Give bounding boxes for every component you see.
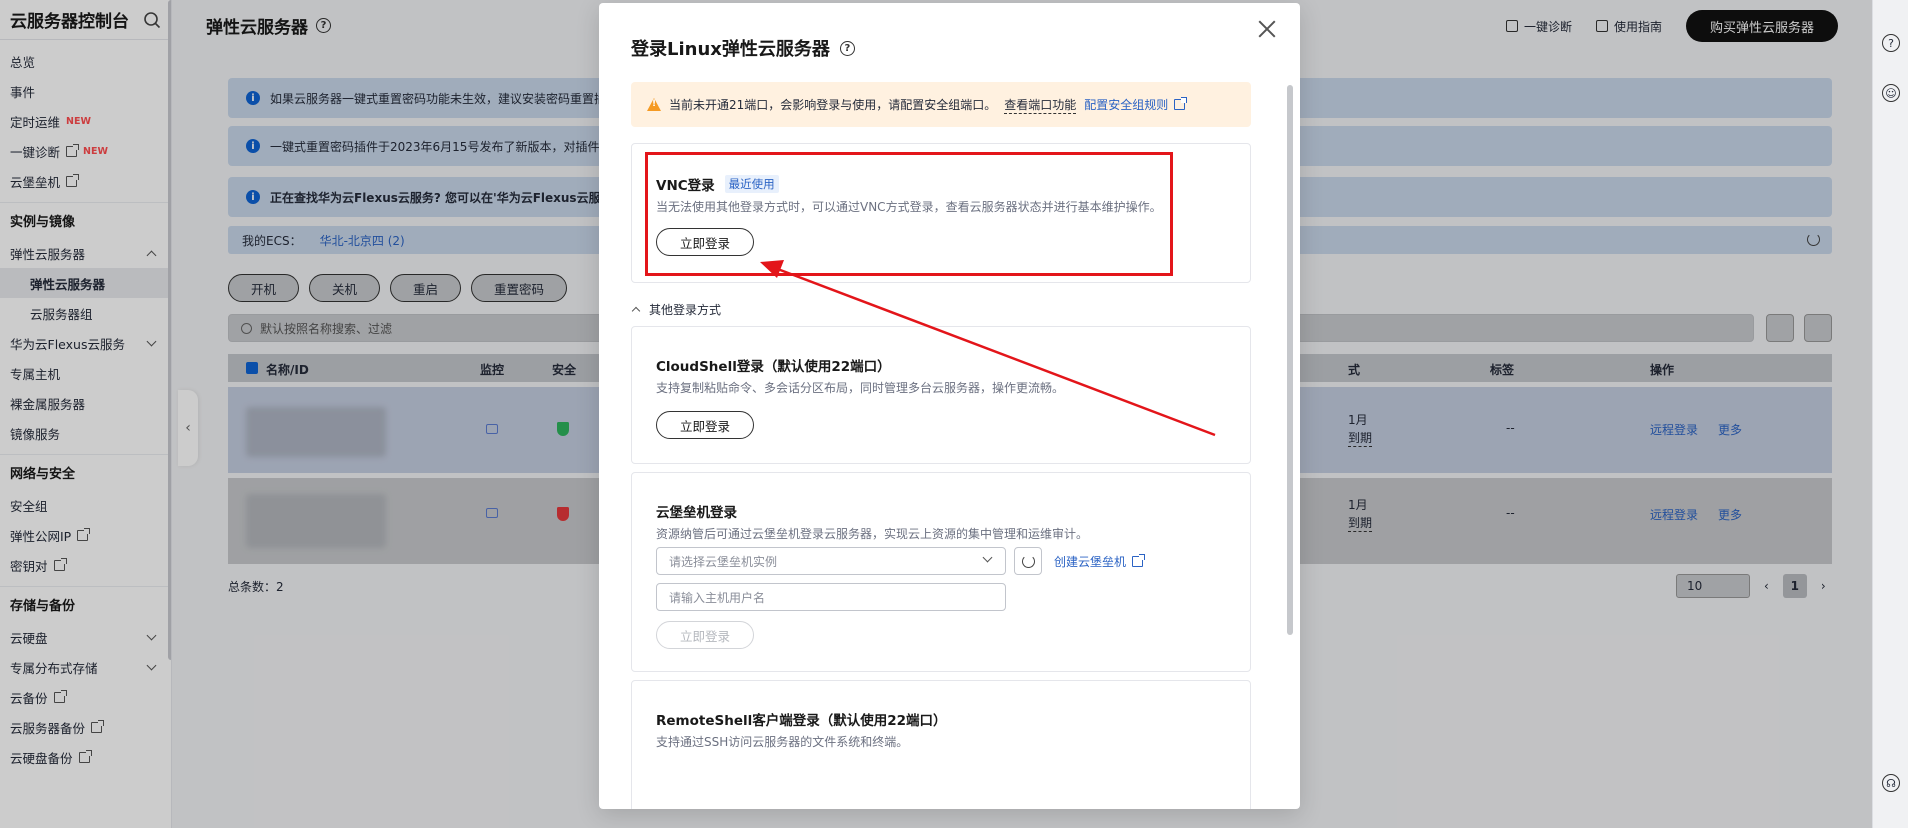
external-link-icon [1132, 554, 1146, 567]
login-modal: 登录Linux弹性云服务器 ? 当前未开通21端口，会影响登录与使用，请配置安全… [599, 3, 1300, 809]
close-icon[interactable] [1257, 19, 1277, 39]
remoteshell-title: RemoteShell客户端登录（默认使用22端口） [656, 713, 947, 729]
remoteshell-login-card: RemoteShell客户端登录（默认使用22端口） 支持通过SSH访问云服务器… [631, 680, 1251, 809]
refresh-button[interactable] [1014, 547, 1042, 575]
configure-security-group-link[interactable]: 配置安全组规则 [1084, 96, 1188, 113]
chevron-up-icon [631, 306, 641, 316]
chevron-down-icon [982, 552, 993, 563]
modal-scrollbar[interactable] [1287, 85, 1293, 635]
cloudshell-title: CloudShell登录（默认使用22端口） [656, 359, 891, 375]
cloudshell-description: 支持复制粘贴命令、多会话分区布局，同时管理多台云服务器，操作更流畅。 [656, 381, 1065, 395]
headset-support-icon[interactable]: ☊ [1882, 774, 1900, 792]
host-username-input[interactable]: 请输入主机用户名 [656, 583, 1006, 611]
view-port-function-link[interactable]: 查看端口功能 [1004, 96, 1077, 114]
help-icon[interactable]: ? [839, 40, 855, 56]
bastion-instance-select[interactable]: 请选择云堡垒机实例 [656, 547, 1006, 575]
bastion-description: 资源纳管后可通过云堡垒机登录云服务器，实现云上资源的集中管理和运维审计。 [656, 527, 1089, 541]
help-icon[interactable]: ? [1882, 34, 1900, 52]
bastion-title: 云堡垒机登录 [656, 505, 737, 521]
modal-title: 登录Linux弹性云服务器 ? [631, 35, 855, 61]
annotation-highlight-box [645, 152, 1173, 276]
warning-icon [647, 98, 661, 111]
other-login-methods-toggle[interactable]: 其他登录方式 [631, 301, 721, 318]
external-link-icon [1174, 97, 1188, 110]
cloudshell-login-card: CloudShell登录（默认使用22端口） 支持复制粘贴命令、多会话分区布局，… [631, 326, 1251, 464]
smiley-feedback-icon[interactable]: ☺ [1882, 84, 1900, 102]
bastion-login-card: 云堡垒机登录 资源纳管后可通过云堡垒机登录云服务器，实现云上资源的集中管理和运维… [631, 472, 1251, 672]
right-rail: ? ☺ ☊ [1872, 0, 1908, 828]
create-bastion-link[interactable]: 创建云堡垒机 [1054, 553, 1146, 570]
remoteshell-description: 支持通过SSH访问云服务器的文件系统和终端。 [656, 735, 909, 749]
cloudshell-login-button[interactable]: 立即登录 [656, 411, 754, 439]
bastion-login-button[interactable]: 立即登录 [656, 621, 754, 649]
port-warning: 当前未开通21端口，会影响登录与使用，请配置安全组端口。 查看端口功能 配置安全… [631, 82, 1251, 127]
